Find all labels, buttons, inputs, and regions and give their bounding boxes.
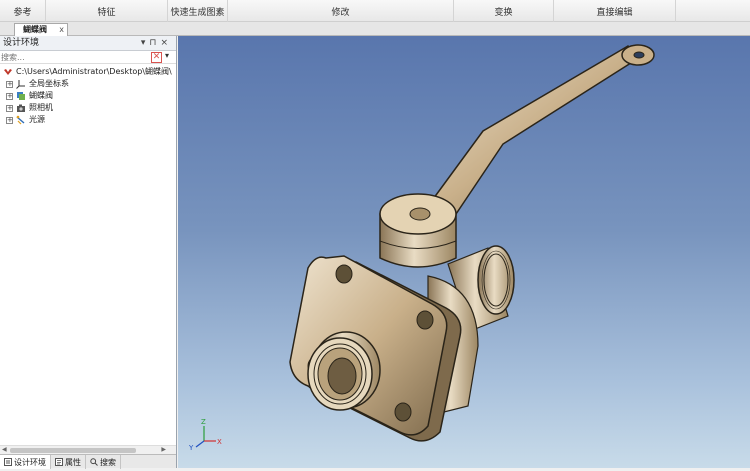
3d-viewport[interactable]: Z X Y — [178, 36, 750, 468]
ribbon-group-reference[interactable]: 参考 — [0, 0, 46, 22]
panel-header: 设计环境 ▾⊓× — [0, 36, 176, 51]
axis-label-z: Z — [201, 418, 206, 426]
tab-properties[interactable]: 属性 — [51, 455, 86, 469]
design-environment-panel: 设计环境 ▾⊓× ✕ ▾ C:\Users\Administrator\Desk… — [0, 36, 177, 469]
ribbon-group-quick-shapes[interactable]: 快速生成图素 — [168, 0, 228, 22]
scroll-left-icon[interactable]: ◀ — [2, 446, 7, 453]
tree-item-valve[interactable]: + 蝴蝶阀 — [0, 90, 176, 102]
document-tab-label: 蝴蝶阀 — [23, 25, 47, 34]
search-input[interactable] — [0, 51, 150, 63]
expand-icon[interactable]: + — [6, 80, 13, 88]
expand-icon[interactable]: + — [6, 92, 13, 100]
expand-icon[interactable]: + — [6, 116, 13, 124]
tree-item-light[interactable]: + 光源 — [0, 114, 176, 126]
tree-item-label: 光源 — [29, 115, 45, 124]
ribbon-group-transform[interactable]: 变换 — [454, 0, 554, 22]
ribbon-group-modify[interactable]: 修改 — [228, 0, 454, 22]
document-tab-bar: 蝴蝶阀 x — [0, 22, 750, 36]
tree-icon — [4, 458, 12, 466]
horizontal-scrollbar[interactable]: ◀ ▶ — [0, 445, 176, 454]
ribbon-group-direct-edit[interactable]: 直接编辑 — [554, 0, 676, 22]
pin-icon[interactable]: ⊓ — [149, 38, 160, 48]
valve-stem — [379, 193, 457, 268]
tab-design-environment[interactable]: 设计环境 — [0, 455, 51, 469]
tab-search[interactable]: 搜索 — [86, 455, 121, 469]
panel-close-icon[interactable]: × — [160, 38, 172, 48]
document-tab[interactable]: 蝴蝶阀 x — [14, 23, 68, 36]
close-icon[interactable]: x — [59, 24, 64, 36]
axis-triad: Z X Y — [188, 418, 222, 452]
assembly-icon — [17, 92, 25, 100]
light-source-icon — [16, 115, 25, 125]
ribbon-group-features[interactable]: 特征 — [46, 0, 168, 22]
clear-search-icon[interactable]: ✕ — [151, 52, 162, 63]
search-icon — [90, 458, 98, 466]
panel-bottom-tabs: 设计环境 属性 搜索 — [0, 454, 176, 469]
axis-label-x: X — [217, 438, 222, 446]
axis-label-y: Y — [188, 444, 194, 452]
ribbon: 参考 特征 快速生成图素 修改 变换 直接编辑 — [0, 0, 750, 22]
tree-item-camera[interactable]: + 照相机 — [0, 102, 176, 114]
properties-icon — [55, 458, 63, 466]
tree-root[interactable]: C:\Users\Administrator\Desktop\蝴蝶阀\ — [0, 66, 176, 78]
design-tree: C:\Users\Administrator\Desktop\蝴蝶阀\ + 全局… — [0, 64, 176, 126]
tree-item-global-coords[interactable]: + 全局坐标系 — [0, 78, 176, 90]
valve-handle — [426, 44, 655, 215]
tree-root-label: C:\Users\Administrator\Desktop\蝴蝶阀\ — [16, 67, 172, 76]
expand-icon[interactable]: + — [6, 104, 13, 112]
panel-search: ✕ ▾ — [0, 51, 176, 64]
coordinate-system-icon — [16, 80, 25, 89]
tree-item-label: 全局坐标系 — [29, 79, 69, 88]
tab-label: 搜索 — [100, 457, 116, 467]
scrollbar-thumb[interactable] — [10, 448, 136, 453]
tab-label: 属性 — [65, 457, 81, 467]
camera-icon — [17, 104, 25, 112]
tab-label: 设计环境 — [14, 457, 46, 467]
design-environment-icon — [4, 69, 12, 75]
tree-item-label: 蝴蝶阀 — [29, 91, 53, 100]
valve-model[interactable]: Z X Y — [178, 36, 750, 468]
scroll-right-icon[interactable]: ▶ — [161, 446, 166, 453]
search-options-icon[interactable]: ▾ — [165, 51, 169, 60]
tree-item-label: 照相机 — [29, 103, 53, 112]
panel-title: 设计环境 — [3, 38, 40, 48]
